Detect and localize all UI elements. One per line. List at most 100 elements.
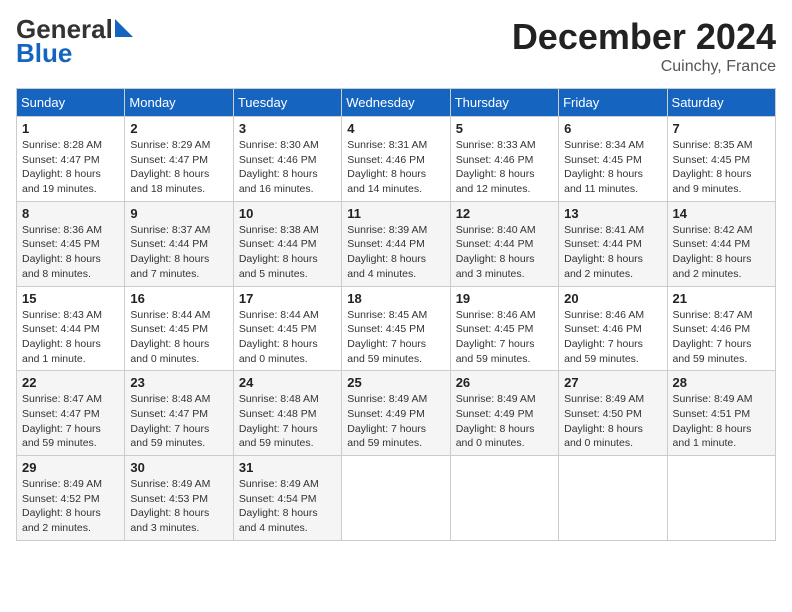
day-number: 12 [456, 206, 553, 221]
day-info: Sunrise: 8:49 AMSunset: 4:53 PMDaylight:… [130, 477, 227, 536]
calendar-cell: 14Sunrise: 8:42 AMSunset: 4:44 PMDayligh… [667, 201, 775, 286]
calendar-table: SundayMondayTuesdayWednesdayThursdayFrid… [16, 88, 776, 541]
day-info: Sunrise: 8:46 AMSunset: 4:45 PMDaylight:… [456, 308, 553, 367]
calendar-header-row: SundayMondayTuesdayWednesdayThursdayFrid… [17, 89, 776, 117]
day-info: Sunrise: 8:37 AMSunset: 4:44 PMDaylight:… [130, 223, 227, 282]
calendar-cell [450, 456, 558, 541]
calendar-cell: 9 Sunrise: 8:37 AMSunset: 4:44 PMDaylight… [125, 201, 233, 286]
day-number: 20 [564, 291, 661, 306]
day-info: Sunrise: 8:49 AMSunset: 4:54 PMDaylight:… [239, 477, 336, 536]
calendar-cell: 25 Sunrise: 8:49 AMSunset: 4:49 PMDayligh… [342, 371, 450, 456]
calendar-cell: 28Sunrise: 8:49 AMSunset: 4:51 PMDayligh… [667, 371, 775, 456]
calendar-cell: 17 Sunrise: 8:44 AMSunset: 4:45 PMDayligh… [233, 286, 341, 371]
day-number: 10 [239, 206, 336, 221]
day-number: 23 [130, 375, 227, 390]
calendar-cell: 15 Sunrise: 8:43 AMSunset: 4:44 PMDayligh… [17, 286, 125, 371]
day-number: 5 [456, 121, 553, 136]
day-info: Sunrise: 8:33 AMSunset: 4:46 PMDaylight:… [456, 138, 553, 197]
day-info: Sunrise: 8:31 AMSunset: 4:46 PMDaylight:… [347, 138, 444, 197]
day-number: 27 [564, 375, 661, 390]
day-number: 1 [22, 121, 119, 136]
calendar-cell: 26 Sunrise: 8:49 AMSunset: 4:49 PMDayligh… [450, 371, 558, 456]
calendar-cell: 29 Sunrise: 8:49 AMSunset: 4:52 PMDayligh… [17, 456, 125, 541]
day-info: Sunrise: 8:49 AMSunset: 4:49 PMDaylight:… [456, 392, 553, 451]
day-number: 16 [130, 291, 227, 306]
calendar-cell: 30 Sunrise: 8:49 AMSunset: 4:53 PMDayligh… [125, 456, 233, 541]
day-number: 29 [22, 460, 119, 475]
day-number: 18 [347, 291, 444, 306]
day-number: 8 [22, 206, 119, 221]
col-header-wednesday: Wednesday [342, 89, 450, 117]
day-number: 11 [347, 206, 444, 221]
day-info: Sunrise: 8:30 AMSunset: 4:46 PMDaylight:… [239, 138, 336, 197]
page-header: General Blue December 2024 Cuinchy, Fran… [16, 16, 776, 76]
day-number: 24 [239, 375, 336, 390]
calendar-week-row: 8 Sunrise: 8:36 AMSunset: 4:45 PMDaylight… [17, 201, 776, 286]
day-info: Sunrise: 8:44 AMSunset: 4:45 PMDaylight:… [239, 308, 336, 367]
day-info: Sunrise: 8:38 AMSunset: 4:44 PMDaylight:… [239, 223, 336, 282]
title-block: December 2024 Cuinchy, France [512, 16, 776, 76]
calendar-cell: 8 Sunrise: 8:36 AMSunset: 4:45 PMDaylight… [17, 201, 125, 286]
col-header-tuesday: Tuesday [233, 89, 341, 117]
day-info: Sunrise: 8:34 AMSunset: 4:45 PMDaylight:… [564, 138, 661, 197]
calendar-week-row: 15 Sunrise: 8:43 AMSunset: 4:44 PMDayligh… [17, 286, 776, 371]
calendar-cell: 3 Sunrise: 8:30 AMSunset: 4:46 PMDaylight… [233, 117, 341, 202]
col-header-sunday: Sunday [17, 89, 125, 117]
day-number: 26 [456, 375, 553, 390]
logo: General Blue [16, 16, 133, 69]
day-info: Sunrise: 8:41 AMSunset: 4:44 PMDaylight:… [564, 223, 661, 282]
day-info: Sunrise: 8:47 AMSunset: 4:47 PMDaylight:… [22, 392, 119, 451]
day-number: 25 [347, 375, 444, 390]
day-number: 2 [130, 121, 227, 136]
calendar-cell: 22Sunrise: 8:47 AMSunset: 4:47 PMDayligh… [17, 371, 125, 456]
logo-block: General Blue [16, 16, 133, 69]
day-info: Sunrise: 8:49 AMSunset: 4:52 PMDaylight:… [22, 477, 119, 536]
month-title: December 2024 [512, 16, 776, 58]
calendar-cell: 5 Sunrise: 8:33 AMSunset: 4:46 PMDaylight… [450, 117, 558, 202]
day-number: 14 [673, 206, 770, 221]
col-header-thursday: Thursday [450, 89, 558, 117]
calendar-cell: 19Sunrise: 8:46 AMSunset: 4:45 PMDayligh… [450, 286, 558, 371]
day-info: Sunrise: 8:46 AMSunset: 4:46 PMDaylight:… [564, 308, 661, 367]
calendar-week-row: 29 Sunrise: 8:49 AMSunset: 4:52 PMDayligh… [17, 456, 776, 541]
location-subtitle: Cuinchy, France [512, 58, 776, 76]
calendar-cell: 27Sunrise: 8:49 AMSunset: 4:50 PMDayligh… [559, 371, 667, 456]
calendar-cell: 1 Sunrise: 8:28 AMSunset: 4:47 PMDaylight… [17, 117, 125, 202]
day-info: Sunrise: 8:43 AMSunset: 4:44 PMDaylight:… [22, 308, 119, 367]
day-info: Sunrise: 8:29 AMSunset: 4:47 PMDaylight:… [130, 138, 227, 197]
day-info: Sunrise: 8:44 AMSunset: 4:45 PMDaylight:… [130, 308, 227, 367]
day-number: 15 [22, 291, 119, 306]
calendar-cell: 24 Sunrise: 8:48 AMSunset: 4:48 PMDayligh… [233, 371, 341, 456]
col-header-monday: Monday [125, 89, 233, 117]
calendar-cell: 7 Sunrise: 8:35 AMSunset: 4:45 PMDaylight… [667, 117, 775, 202]
day-info: Sunrise: 8:49 AMSunset: 4:49 PMDaylight:… [347, 392, 444, 451]
day-info: Sunrise: 8:39 AMSunset: 4:44 PMDaylight:… [347, 223, 444, 282]
day-number: 17 [239, 291, 336, 306]
day-info: Sunrise: 8:36 AMSunset: 4:45 PMDaylight:… [22, 223, 119, 282]
day-info: Sunrise: 8:35 AMSunset: 4:45 PMDaylight:… [673, 138, 770, 197]
day-info: Sunrise: 8:48 AMSunset: 4:47 PMDaylight:… [130, 392, 227, 451]
calendar-cell [667, 456, 775, 541]
day-number: 9 [130, 206, 227, 221]
calendar-week-row: 1 Sunrise: 8:28 AMSunset: 4:47 PMDaylight… [17, 117, 776, 202]
day-info: Sunrise: 8:40 AMSunset: 4:44 PMDaylight:… [456, 223, 553, 282]
col-header-saturday: Saturday [667, 89, 775, 117]
calendar-cell: 11 Sunrise: 8:39 AMSunset: 4:44 PMDayligh… [342, 201, 450, 286]
calendar-cell: 20 Sunrise: 8:46 AMSunset: 4:46 PMDayligh… [559, 286, 667, 371]
day-number: 30 [130, 460, 227, 475]
calendar-cell: 21Sunrise: 8:47 AMSunset: 4:46 PMDayligh… [667, 286, 775, 371]
day-info: Sunrise: 8:47 AMSunset: 4:46 PMDaylight:… [673, 308, 770, 367]
day-info: Sunrise: 8:48 AMSunset: 4:48 PMDaylight:… [239, 392, 336, 451]
calendar-cell: 13Sunrise: 8:41 AMSunset: 4:44 PMDayligh… [559, 201, 667, 286]
day-number: 6 [564, 121, 661, 136]
day-number: 3 [239, 121, 336, 136]
calendar-cell: 16 Sunrise: 8:44 AMSunset: 4:45 PMDayligh… [125, 286, 233, 371]
calendar-cell: 6 Sunrise: 8:34 AMSunset: 4:45 PMDaylight… [559, 117, 667, 202]
day-info: Sunrise: 8:28 AMSunset: 4:47 PMDaylight:… [22, 138, 119, 197]
day-info: Sunrise: 8:49 AMSunset: 4:51 PMDaylight:… [673, 392, 770, 451]
day-number: 31 [239, 460, 336, 475]
col-header-friday: Friday [559, 89, 667, 117]
calendar-cell [342, 456, 450, 541]
day-number: 7 [673, 121, 770, 136]
calendar-cell: 10 Sunrise: 8:38 AMSunset: 4:44 PMDayligh… [233, 201, 341, 286]
